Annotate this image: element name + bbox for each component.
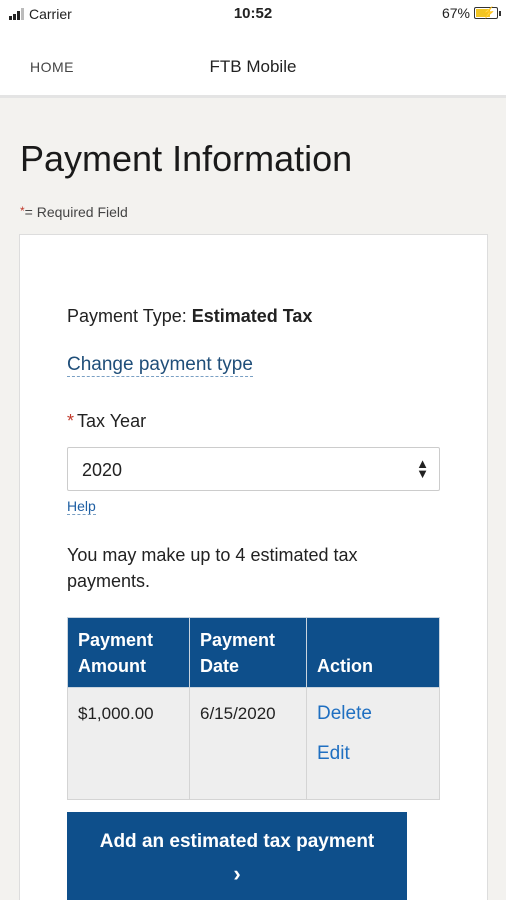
header-action: Action (306, 617, 440, 688)
battery-charging-icon: ⚡ (474, 7, 501, 19)
payment-type: Payment Type: Estimated Tax (67, 306, 312, 327)
nav-bar: HOME FTB Mobile (0, 30, 506, 98)
payment-type-value: Estimated Tax (191, 306, 313, 326)
chevron-right-icon: › (233, 861, 241, 886)
payment-type-label: Payment Type: (67, 306, 192, 326)
add-estimated-payment-button[interactable]: Add an estimated tax payment › (67, 812, 407, 900)
required-star: * (67, 411, 75, 431)
header-payment-date: Payment Date (189, 617, 307, 688)
tax-year-value: 2020 (82, 460, 123, 480)
table-header-row: Payment Amount Payment Date Action (67, 617, 440, 688)
sort-icon: ▲ ▼ (416, 456, 429, 481)
help-link[interactable]: Help (67, 498, 96, 515)
tax-year-label-text: Tax Year (77, 411, 147, 431)
tax-year-select[interactable]: 2020 ▲ ▼ (67, 447, 440, 491)
status-bar: Carrier 10:52 67% ⚡ (0, 0, 506, 30)
cell-date: 6/15/2020 (189, 687, 307, 800)
nav-title: FTB Mobile (209, 57, 297, 76)
payment-limit-note: You may make up to 4 estimated tax payme… (67, 545, 358, 591)
tax-year-label: * Tax Year (67, 411, 146, 432)
battery-info: 67% ⚡ (441, 5, 501, 21)
header-payment-amount: Payment Amount (67, 617, 190, 688)
payments-table: Payment Amount Payment Date Action $1,00… (67, 617, 440, 800)
page-title: Payment Information (20, 138, 353, 179)
add-button-label: Add an estimated tax payment (99, 831, 375, 852)
change-payment-type-link[interactable]: Change payment type (67, 354, 253, 377)
battery-percent: 67% (441, 5, 470, 21)
cell-actions: Delete Edit (306, 687, 440, 800)
cell-amount: $1,000.00 (67, 687, 190, 800)
status-time: 10:52 (233, 5, 273, 22)
required-note-text: = Required Field (24, 204, 128, 220)
delete-link[interactable]: Delete (317, 704, 429, 724)
table-row: $1,000.00 6/15/2020 Delete Edit (67, 687, 440, 800)
edit-link[interactable]: Edit (317, 744, 429, 764)
required-field-note: *= Required Field (20, 204, 128, 220)
